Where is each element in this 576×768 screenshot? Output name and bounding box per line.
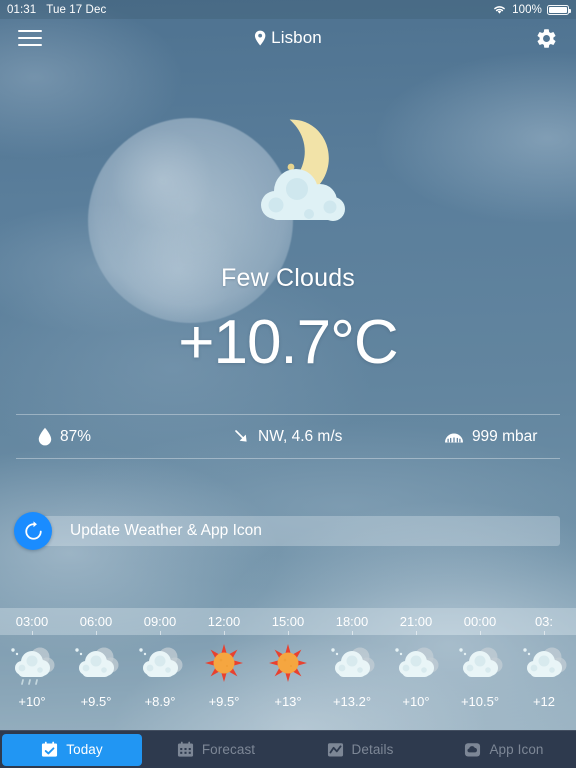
hourly-temperature: +8.9° [144,694,176,709]
tab-forecast-label: Forecast [201,742,256,757]
hourly-time-label: 00:00 [448,608,512,635]
hourly-time-label: 21:00 [384,608,448,635]
tab-app-icon-label: App Icon [489,742,544,757]
cloud-icon [139,647,183,677]
tab-details[interactable]: Details [290,734,430,766]
update-weather-row: Update Weather & App Icon [14,512,560,550]
status-date: Tue 17 Dec [46,3,107,16]
hourly-temperature: +13.2° [332,694,372,709]
status-time: 01:31 [7,3,37,16]
humidity-droplet-icon [38,427,52,446]
metric-pressure: 999 mbar [378,428,559,446]
metrics-row: 87% NW, 4.6 m/s 999 mbar [16,414,560,459]
hourly-forecast-item[interactable]: +10.5° [448,635,512,733]
weather-condition: Few Clouds [221,264,355,292]
hourly-temperature: +10° [402,694,430,709]
hourly-temperature: +10.5° [460,694,500,709]
hourly-forecast-item[interactable]: +13° [256,635,320,733]
battery-percent: 100% [512,3,542,16]
hourly-temperature: +10° [18,694,46,709]
update-weather-button[interactable]: Update Weather & App Icon [42,516,560,546]
cloud-icon [331,647,375,677]
wifi-icon [494,6,506,14]
cloud-icon [459,647,503,677]
cloud-icon [75,647,119,677]
tab-today-label: Today [66,742,103,757]
hourly-time-label: 03:00 [0,608,64,635]
hourly-time-label: 03: [512,608,576,635]
hourly-forecast-item[interactable]: +10° [0,635,64,733]
hourly-time-label: 09:00 [128,608,192,635]
hourly-time-label: 18:00 [320,608,384,635]
hourly-temperature: +9.5° [80,694,112,709]
hourly-time-label: 06:00 [64,608,128,635]
hourly-forecast-item[interactable]: +10° [384,635,448,733]
battery-icon [547,4,571,15]
location-pin-icon [254,30,266,46]
sun-icon [205,644,243,682]
bottom-tab-bar: Today Forecast Details App Icon [0,730,576,768]
metric-humidity: 87% [16,427,197,446]
tab-app-icon[interactable]: App Icon [434,734,574,766]
hourly-forecast-item[interactable]: +9.5° [192,635,256,733]
hourly-entries: +10° +9.5° +8.9° +9.5° +13° +13.2° +10° … [0,635,576,733]
wind-arrow-southeast-icon [235,430,247,442]
status-bar-right: 100% [492,3,571,16]
pressure-value: 999 mbar [471,427,538,445]
calendar-check-icon [42,741,58,757]
calendar-grid-icon [177,741,193,757]
hourly-time-label: 15:00 [256,608,320,635]
hourly-forecast-item[interactable]: +13.2° [320,635,384,733]
navigation-bar: Lisbon [0,19,576,57]
cloud-icon [395,647,439,677]
current-weather-panel: Few Clouds +10.7°C [0,57,576,378]
rain-cloud-icon [11,647,55,685]
pressure-gauge-icon [444,433,463,443]
location-name: Lisbon [271,28,322,47]
hourly-time-axis: 03:00 06:00 09:00 12:00 15:00 18:00 21:00 00:00… [0,608,576,635]
hourly-forecast-strip[interactable]: 03:00 06:00 09:00 12:00 15:00 18:00 21:00 00:00… [0,608,576,733]
hourly-temperature: +12 [532,694,556,709]
hourly-forecast-item[interactable]: +9.5° [64,635,128,733]
wind-value: NW, 4.6 m/s [258,427,343,445]
cloud-app-icon [465,743,481,757]
hamburger-menu-icon[interactable] [18,26,42,51]
hourly-temperature: +13° [274,694,302,709]
status-bar: 01:31 Tue 17 Dec 100% [0,0,576,19]
update-weather-label: Update Weather & App Icon [70,522,262,539]
tab-details-label: Details [351,742,394,757]
gear-icon[interactable] [535,27,558,50]
refresh-button[interactable] [14,512,52,550]
humidity-value: 87% [60,427,92,445]
tab-today[interactable]: Today [2,733,142,766]
metric-wind: NW, 4.6 m/s [197,428,378,446]
tab-forecast[interactable]: Forecast [146,734,286,766]
hourly-time-label: 12:00 [192,608,256,635]
hourly-forecast-item[interactable]: +8.9° [128,635,192,733]
refresh-icon [24,520,42,540]
hourly-forecast-item[interactable]: +12 [512,635,576,733]
location-title[interactable]: Lisbon [254,28,322,48]
moon-behind-cloud-icon [261,119,345,221]
cloud-icon [523,647,567,677]
status-bar-left: 01:31 Tue 17 Dec [7,4,106,16]
current-temperature: +10.7°C [178,308,398,377]
sun-icon [269,644,307,682]
chart-line-icon [327,743,343,757]
hourly-temperature: +9.5° [208,694,240,709]
